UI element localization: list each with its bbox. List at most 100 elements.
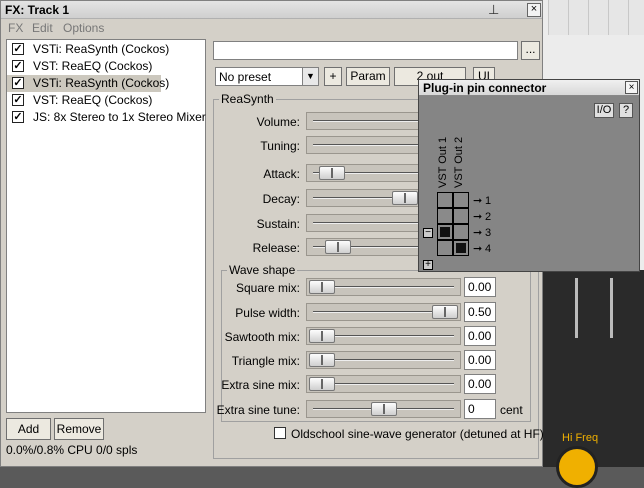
fx-item-label: VSTi: ReaSynth (Cockos) <box>33 76 170 90</box>
arrow-right-icon: ➞ <box>473 195 483 207</box>
slider-thumb[interactable] <box>392 191 419 205</box>
slider-thumb[interactable] <box>432 305 458 319</box>
expand-icon[interactable]: + <box>423 260 433 270</box>
arrow-right-icon: ➞ <box>473 211 483 223</box>
io-button[interactable]: I/O <box>594 103 614 118</box>
fx-enable-checkbox[interactable]: ✓ <box>12 77 24 89</box>
oldschool-checkbox[interactable] <box>274 427 286 439</box>
extra-sine-mix-value[interactable]: 0.00 <box>464 374 496 394</box>
add-button[interactable]: Add <box>6 418 51 440</box>
daw-fader[interactable] <box>575 278 578 338</box>
param-label: Square mix: <box>235 281 300 295</box>
arrow-right-icon: ➞ <box>473 243 483 255</box>
param-label: Attack: <box>263 167 300 181</box>
extra-sine-tune-value[interactable]: 0 <box>464 399 496 419</box>
slider-thumb[interactable] <box>324 240 351 254</box>
fx-chain-list[interactable]: ✓ VSTi: ReaSynth (Cockos) ✓ VST: ReaEQ (… <box>6 39 206 413</box>
column-label: VST Out 2 <box>453 136 465 188</box>
slider-thumb[interactable] <box>309 329 335 343</box>
browse-button[interactable]: ... <box>521 41 540 60</box>
fx-item[interactable]: ✓ JS: 8x Stereo to 1x Stereo Mixer <box>7 109 206 126</box>
pin-cell[interactable] <box>437 240 453 256</box>
help-button[interactable]: ? <box>619 103 633 118</box>
fx-item-label: VST: ReaEQ (Cockos) <box>33 93 153 107</box>
menu-fx[interactable]: FX <box>8 21 23 35</box>
row-label: 3 <box>485 227 492 239</box>
param-label: Triangle mix: <box>231 354 300 368</box>
pin-connector-window: Plug-in pin connector × I/O ? VST Out 1 … <box>418 79 640 272</box>
pin-cell-on[interactable] <box>453 240 469 256</box>
fx-item-label: VSTi: ReaSynth (Cockos) <box>33 42 170 56</box>
menu-edit[interactable]: Edit <box>32 21 53 35</box>
fx-item[interactable]: ✓ VST: ReaEQ (Cockos) <box>7 58 205 75</box>
pin-cell[interactable] <box>437 192 453 208</box>
preset-name-field[interactable] <box>213 41 518 60</box>
fx-enable-checkbox[interactable]: ✓ <box>12 111 24 123</box>
param-label: Sawtooth mix: <box>224 330 300 344</box>
column-label: VST Out 1 <box>437 136 449 188</box>
remove-button[interactable]: Remove <box>54 418 104 440</box>
close-button[interactable]: × <box>527 3 541 17</box>
slider-thumb[interactable] <box>309 280 335 294</box>
pin-cell[interactable] <box>437 208 453 224</box>
cpu-status: 0.0%/0.8% CPU 0/0 spls <box>6 443 138 457</box>
daw-timeline <box>548 0 644 35</box>
triangle-mix-slider[interactable] <box>306 351 461 369</box>
collapse-icon[interactable]: − <box>423 228 433 238</box>
pin-cell-on[interactable] <box>437 224 453 240</box>
slider-thumb[interactable] <box>318 166 345 180</box>
param-label: Tuning: <box>260 139 300 153</box>
slider-thumb[interactable] <box>370 402 397 416</box>
menu-options[interactable]: Options <box>63 21 104 35</box>
hi-freq-knob[interactable] <box>556 446 598 488</box>
preset-select[interactable]: No preset ▼ <box>215 67 319 86</box>
fx-enable-checkbox[interactable]: ✓ <box>12 94 24 106</box>
fx-item[interactable]: ✓ VSTi: ReaSynth (Cockos) <box>7 41 205 58</box>
title-bar[interactable]: FX: Track 1 ⊥ × <box>1 1 542 19</box>
param-button[interactable]: Param <box>346 67 390 86</box>
pin-window-title: Plug-in pin connector <box>423 81 547 95</box>
extra-sine-mix-slider[interactable] <box>306 375 461 393</box>
extra-sine-tune-slider[interactable] <box>306 400 461 418</box>
row-label: 2 <box>485 211 492 223</box>
slider-thumb[interactable] <box>309 353 335 367</box>
sawtooth-mix-value[interactable]: 0.00 <box>464 326 496 346</box>
pin-cell[interactable] <box>453 192 469 208</box>
group-title: Wave shape <box>227 263 298 277</box>
window-title: FX: Track 1 <box>5 3 70 17</box>
fx-item-label: VST: ReaEQ (Cockos) <box>33 59 153 73</box>
param-label: Sustain: <box>256 217 300 231</box>
close-button[interactable]: × <box>625 81 638 94</box>
pin-title-bar[interactable]: Plug-in pin connector × <box>419 80 639 96</box>
square-mix-slider[interactable] <box>306 278 461 296</box>
group-title: ReaSynth <box>219 92 276 106</box>
row-label: 1 <box>485 195 492 207</box>
pin-icon[interactable]: ⊥ <box>488 2 499 18</box>
oldschool-label: Oldschool sine-wave generator (detuned a… <box>291 427 544 441</box>
param-label: Volume: <box>256 115 300 129</box>
triangle-mix-value[interactable]: 0.00 <box>464 350 496 370</box>
pin-cell[interactable] <box>453 208 469 224</box>
param-label: Release: <box>252 241 300 255</box>
pin-cell[interactable] <box>453 224 469 240</box>
add-preset-button[interactable]: + <box>324 67 342 86</box>
param-label: Pulse width: <box>235 306 300 320</box>
fx-item-selected[interactable]: ✓ VSTi: ReaSynth (Cockos) <box>7 75 169 92</box>
param-label: Extra sine mix: <box>221 378 300 392</box>
fx-enable-checkbox[interactable]: ✓ <box>12 43 24 55</box>
fx-enable-checkbox[interactable]: ✓ <box>12 60 24 72</box>
pulse-width-slider[interactable] <box>306 303 461 321</box>
daw-fader[interactable] <box>610 278 613 338</box>
row-label: 4 <box>485 243 492 255</box>
pulse-width-value[interactable]: 0.50 <box>464 302 496 322</box>
slider-thumb[interactable] <box>309 377 335 391</box>
hi-freq-label: Hi Freq <box>562 432 599 444</box>
menu-bar: FX Edit Options <box>1 20 542 36</box>
sawtooth-mix-slider[interactable] <box>306 327 461 345</box>
square-mix-value[interactable]: 0.00 <box>464 277 496 297</box>
chevron-down-icon[interactable]: ▼ <box>302 68 318 85</box>
fx-item[interactable]: ✓ VST: ReaEQ (Cockos) <box>7 92 205 109</box>
param-label: Extra sine tune: <box>216 403 300 417</box>
param-label: Decay: <box>262 192 300 206</box>
cent-unit: cent <box>500 403 523 417</box>
